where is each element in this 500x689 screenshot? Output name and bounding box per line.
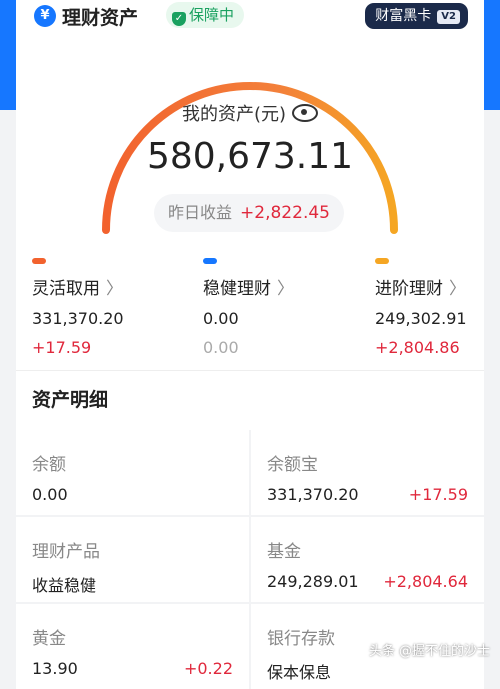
top-header: ¥ 理财资产 ✓ 保障中 财富黑卡 V2 bbox=[16, 0, 484, 34]
category-stable[interactable]: 稳健理财〉 0.00 0.00 bbox=[203, 258, 353, 357]
category-flexible[interactable]: 灵活取用〉 331,370.20 +17.59 bbox=[32, 258, 182, 357]
chevron-right-icon: 〉 bbox=[449, 279, 466, 299]
detail-value: 13.90 bbox=[32, 659, 78, 678]
header-backdrop-left bbox=[0, 0, 16, 110]
protection-badge[interactable]: ✓ 保障中 bbox=[166, 2, 245, 28]
detail-label: 黄金 bbox=[32, 629, 66, 649]
detail-value: 收益稳健 bbox=[32, 576, 97, 595]
page-title: 理财资产 bbox=[62, 7, 139, 29]
detail-value: 331,370.20 bbox=[267, 485, 359, 504]
category-advanced[interactable]: 进阶理财〉 249,302.91 +2,804.86 bbox=[375, 258, 500, 357]
category-gain: +17.59 bbox=[32, 338, 92, 357]
yesterday-earnings-label: 昨日收益 bbox=[168, 203, 233, 222]
detail-cell-balance[interactable]: 余额 0.00 bbox=[16, 430, 249, 515]
detail-cell-wealth-products[interactable]: 理财产品 收益稳健 bbox=[16, 517, 249, 602]
detail-value: 保本保息 bbox=[267, 663, 332, 682]
vip-card-button[interactable]: 财富黑卡 V2 bbox=[365, 3, 468, 29]
header-backdrop-right bbox=[484, 0, 500, 110]
vip-card-label: 财富黑卡 bbox=[375, 8, 432, 24]
yesterday-earnings-pill[interactable]: 昨日收益 +2,822.45 bbox=[154, 194, 344, 232]
shield-check-icon: ✓ bbox=[172, 12, 186, 26]
detail-label: 银行存款 bbox=[267, 629, 335, 649]
category-color-dot bbox=[203, 258, 217, 264]
yesterday-earnings-value: +2,822.45 bbox=[240, 203, 330, 223]
total-assets-label: 我的资产(元) bbox=[0, 100, 500, 126]
detail-cell-yuebao[interactable]: 余额宝 331,370.20 +17.59 bbox=[251, 430, 484, 515]
detail-gain: +2,804.64 bbox=[383, 572, 468, 591]
category-name: 稳健理财 bbox=[203, 279, 271, 299]
protection-badge-label: 保障中 bbox=[189, 6, 235, 24]
detail-value: 249,289.01 bbox=[267, 572, 359, 591]
detail-gain: +17.59 bbox=[408, 485, 468, 504]
detail-label: 余额宝 bbox=[267, 455, 318, 475]
category-name: 灵活取用 bbox=[32, 279, 100, 299]
detail-cell-funds[interactable]: 基金 249,289.01 +2,804.64 bbox=[251, 517, 484, 602]
eye-icon[interactable] bbox=[292, 104, 319, 122]
category-name: 进阶理财 bbox=[375, 279, 443, 299]
yen-icon: ¥ bbox=[34, 5, 56, 27]
detail-label: 理财产品 bbox=[32, 542, 100, 562]
category-gain: 0.00 bbox=[203, 338, 239, 357]
vip-level-tag: V2 bbox=[437, 10, 460, 24]
asset-detail-grid: 余额 0.00 余额宝 331,370.20 +17.59 理财产品 收益稳健 … bbox=[16, 430, 484, 689]
asset-detail-heading: 资产明细 bbox=[16, 370, 484, 430]
total-assets-label-text: 我的资产(元) bbox=[181, 104, 287, 125]
category-value: 0.00 bbox=[203, 309, 239, 328]
chevron-right-icon: 〉 bbox=[106, 279, 123, 299]
watermark: 头条 @握不住的沙士 bbox=[368, 644, 490, 659]
category-color-dot bbox=[375, 258, 389, 264]
detail-label: 基金 bbox=[267, 542, 301, 562]
detail-cell-gold[interactable]: 黄金 13.90 +0.22 bbox=[16, 604, 249, 689]
category-gain: +2,804.86 bbox=[375, 338, 460, 357]
detail-gain: +0.22 bbox=[183, 659, 233, 678]
total-assets-amount: 580,673.11 bbox=[146, 136, 354, 177]
category-value: 331,370.20 bbox=[32, 309, 124, 328]
detail-label: 余额 bbox=[32, 455, 66, 475]
category-color-dot bbox=[32, 258, 46, 264]
category-value: 249,302.91 bbox=[375, 309, 467, 328]
detail-value: 0.00 bbox=[32, 485, 68, 504]
chevron-right-icon: 〉 bbox=[277, 279, 294, 299]
